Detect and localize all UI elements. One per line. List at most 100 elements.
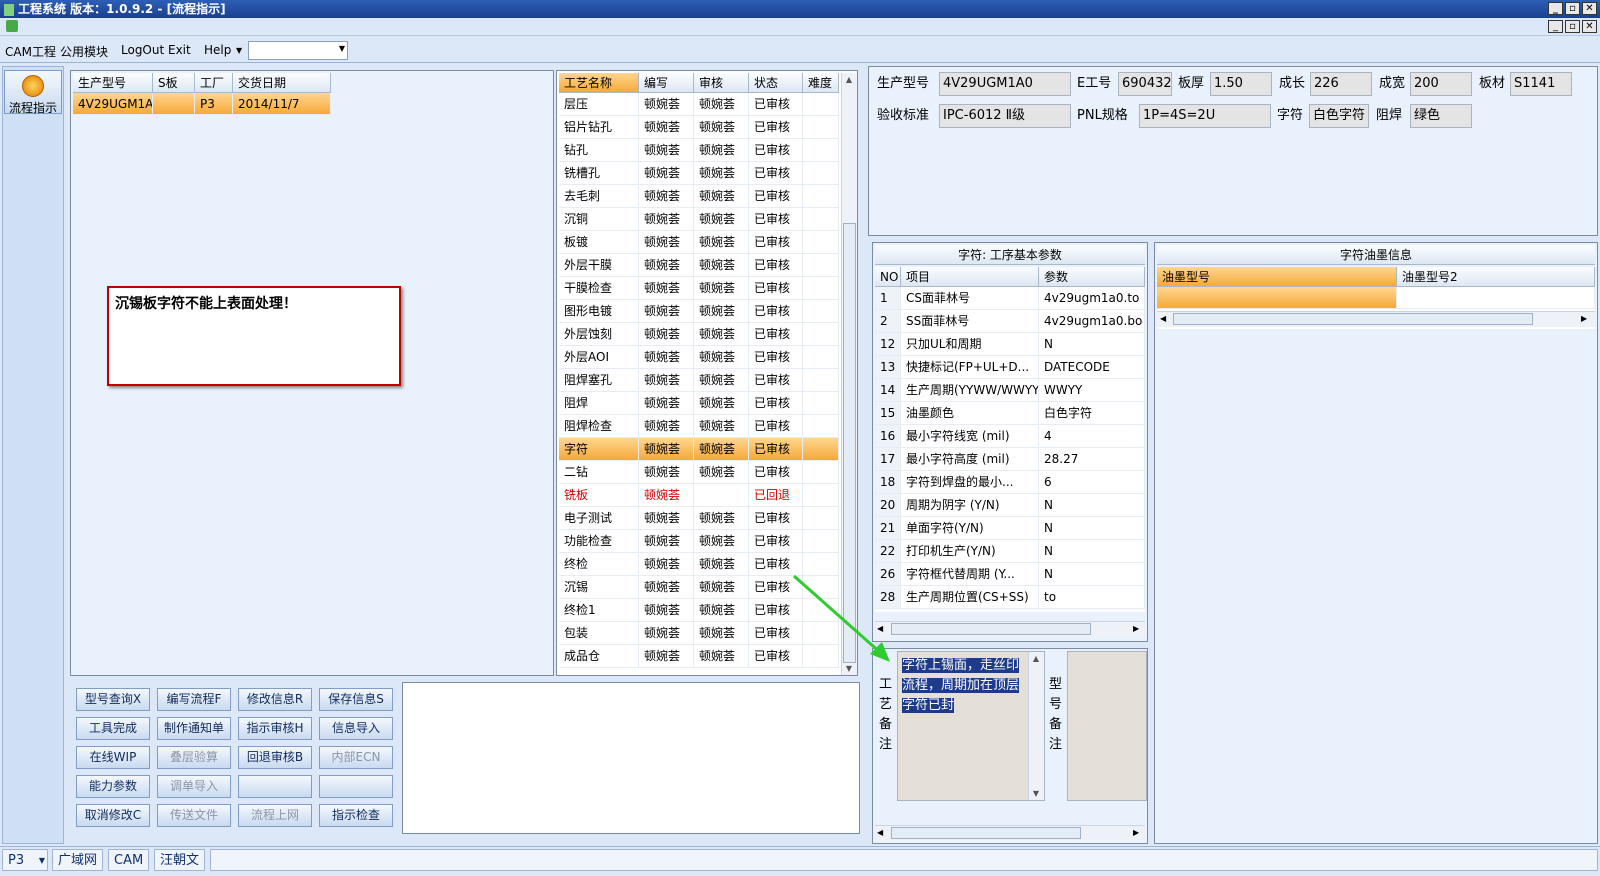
ink-cell-type[interactable] — [1157, 287, 1397, 309]
params-cell-no[interactable]: 21 — [875, 517, 901, 540]
action-button[interactable]: 指示检查 — [319, 804, 393, 827]
params-cell-item[interactable]: 字符到焊盘的最小... — [901, 471, 1039, 494]
menu-cam[interactable]: CAM工程 — [5, 43, 56, 60]
process-cell-writer[interactable]: 顿婉荟 — [639, 185, 694, 208]
action-button[interactable]: 流程上网 — [238, 804, 312, 827]
process-cell-state[interactable]: 已审核 — [749, 507, 803, 530]
process-cell-writer[interactable]: 顿婉荟 — [639, 116, 694, 139]
action-button[interactable]: 型号查询X — [76, 688, 150, 711]
minimize-button[interactable]: _ — [1548, 2, 1563, 15]
process-remark-textarea[interactable]: 字符上锡面，走丝印流程，周期加在顶层字符已封 ▲ ▼ — [897, 651, 1045, 801]
process-header-auditor[interactable]: 审核 — [694, 73, 749, 93]
order-header-date[interactable]: 交货日期 — [233, 73, 331, 93]
process-cell-name[interactable]: 外层蚀刻 — [559, 323, 639, 346]
action-button[interactable]: 能力参数 — [76, 775, 150, 798]
mask-field[interactable]: 绿色 — [1410, 104, 1472, 128]
char-field[interactable]: 白色字符 — [1309, 104, 1369, 128]
action-button[interactable]: 修改信息R — [238, 688, 312, 711]
params-cell-no[interactable]: 2 — [875, 310, 901, 333]
order-cell-model[interactable]: 4V29UGM1A0 — [73, 93, 153, 115]
params-cell-value[interactable]: 4v29ugm1a0.bo — [1039, 310, 1145, 333]
process-cell-name[interactable]: 电子测试 — [559, 507, 639, 530]
menu-exit[interactable]: Exit — [168, 43, 191, 57]
scroll-right-icon[interactable]: ▶ — [1133, 624, 1139, 633]
action-button[interactable]: 信息导入 — [319, 717, 393, 740]
process-cell-writer[interactable]: 顿婉荟 — [639, 369, 694, 392]
process-cell-state[interactable]: 已审核 — [749, 300, 803, 323]
process-cell-writer[interactable]: 顿婉荟 — [639, 231, 694, 254]
close-button[interactable]: ✕ — [1582, 2, 1597, 15]
process-cell-auditor[interactable]: 顿婉荟 — [694, 645, 749, 668]
process-cell-state[interactable]: 已回退 — [749, 484, 803, 507]
process-cell-writer[interactable]: 顿婉荟 — [639, 461, 694, 484]
action-button[interactable]: 回退审核B — [238, 746, 312, 769]
process-cell-difficulty[interactable] — [803, 484, 839, 507]
std-field[interactable]: IPC-6012 Ⅱ级 — [939, 104, 1071, 128]
process-header-name[interactable]: 工艺名称 — [559, 73, 639, 93]
process-cell-auditor[interactable]: 顿婉荟 — [694, 530, 749, 553]
status-user[interactable]: 汪朝文 — [154, 849, 206, 871]
remarks-hscroll-thumb[interactable] — [891, 827, 1081, 839]
process-header-state[interactable]: 状态 — [749, 73, 803, 93]
process-cell-auditor[interactable] — [694, 484, 749, 507]
message-box[interactable] — [402, 682, 860, 834]
process-cell-auditor[interactable]: 顿婉荟 — [694, 622, 749, 645]
process-cell-auditor[interactable]: 顿婉荟 — [694, 576, 749, 599]
menu-help[interactable]: Help — [204, 43, 231, 57]
process-cell-writer[interactable]: 顿婉荟 — [639, 645, 694, 668]
action-button[interactable]: 调单导入 — [157, 775, 231, 798]
ink-hscroll-thumb[interactable] — [1173, 313, 1533, 325]
process-cell-name[interactable]: 干膜检查 — [559, 277, 639, 300]
process-cell-writer[interactable]: 顿婉荟 — [639, 208, 694, 231]
process-cell-difficulty[interactable] — [803, 208, 839, 231]
params-cell-item[interactable]: 生产周期位置(CS+SS) — [901, 586, 1039, 609]
params-cell-no[interactable]: 20 — [875, 494, 901, 517]
process-cell-writer[interactable]: 顿婉荟 — [639, 300, 694, 323]
action-button[interactable] — [319, 775, 393, 798]
params-cell-item[interactable]: 最小字符线宽 (mil) — [901, 425, 1039, 448]
factory-select[interactable]: P3 ▼ — [2, 849, 48, 871]
process-cell-auditor[interactable]: 顿婉荟 — [694, 231, 749, 254]
process-cell-name[interactable]: 铣槽孔 — [559, 162, 639, 185]
process-cell-difficulty[interactable] — [803, 530, 839, 553]
ink-header-type[interactable]: 油墨型号 — [1157, 267, 1397, 287]
params-cell-item[interactable]: 生产周期(YYWW/WWYY) — [901, 379, 1039, 402]
params-cell-value[interactable]: N — [1039, 540, 1145, 563]
scroll-up-icon[interactable]: ▲ — [842, 75, 856, 84]
process-cell-auditor[interactable]: 顿婉荟 — [694, 277, 749, 300]
params-cell-value[interactable]: 白色字符 — [1039, 402, 1145, 425]
action-button[interactable]: 在线WIP — [76, 746, 150, 769]
process-cell-state[interactable]: 已审核 — [749, 323, 803, 346]
process-cell-name[interactable]: 板镀 — [559, 231, 639, 254]
process-cell-auditor[interactable]: 顿婉荟 — [694, 300, 749, 323]
process-cell-name[interactable]: 二钻 — [559, 461, 639, 484]
pnl-field[interactable]: 1P=4S=2U — [1139, 104, 1271, 128]
process-cell-state[interactable]: 已审核 — [749, 438, 803, 461]
params-cell-item[interactable]: 油墨颜色 — [901, 402, 1039, 425]
model-remark-textarea[interactable] — [1067, 651, 1147, 801]
process-cell-auditor[interactable]: 顿婉荟 — [694, 93, 749, 116]
params-cell-no[interactable]: 17 — [875, 448, 901, 471]
process-cell-writer[interactable]: 顿婉荟 — [639, 392, 694, 415]
process-cell-state[interactable]: 已审核 — [749, 93, 803, 116]
params-cell-value[interactable]: 4v29ugm1a0.to — [1039, 287, 1145, 310]
process-cell-difficulty[interactable] — [803, 300, 839, 323]
process-cell-auditor[interactable]: 顿婉荟 — [694, 599, 749, 622]
params-cell-no[interactable]: 13 — [875, 356, 901, 379]
params-cell-value[interactable]: N — [1039, 333, 1145, 356]
params-cell-value[interactable]: N — [1039, 563, 1145, 586]
process-cell-auditor[interactable]: 顿婉荟 — [694, 162, 749, 185]
process-cell-name[interactable]: 阻焊塞孔 — [559, 369, 639, 392]
scroll-down-icon[interactable]: ▼ — [1029, 789, 1043, 798]
process-cell-writer[interactable]: 顿婉荟 — [639, 438, 694, 461]
process-cell-name[interactable]: 沉锡 — [559, 576, 639, 599]
process-cell-auditor[interactable]: 顿婉荟 — [694, 323, 749, 346]
process-cell-writer[interactable]: 顿婉荟 — [639, 277, 694, 300]
process-cell-auditor[interactable]: 顿婉荟 — [694, 369, 749, 392]
params-cell-no[interactable]: 14 — [875, 379, 901, 402]
action-button[interactable]: 传送文件 — [157, 804, 231, 827]
params-hscroll[interactable]: ◀ ▶ — [875, 621, 1145, 637]
process-cell-writer[interactable]: 顿婉荟 — [639, 93, 694, 116]
params-cell-value[interactable]: N — [1039, 494, 1145, 517]
params-header-item[interactable]: 项目 — [901, 267, 1039, 287]
